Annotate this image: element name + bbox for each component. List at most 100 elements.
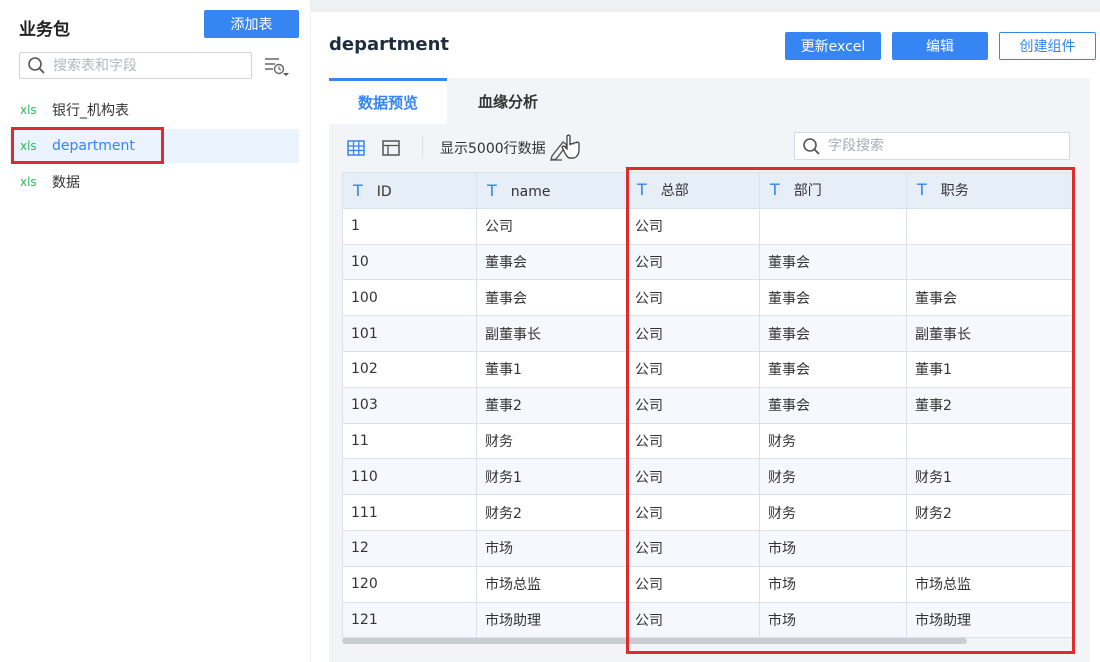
table-cell: 副董事长 — [476, 315, 627, 352]
table-cell: 市场 — [759, 529, 907, 567]
table-cell: 公司 — [626, 458, 760, 496]
table-cell: 市场 — [759, 565, 907, 603]
table-row[interactable]: 103 董事2 公司 董事会 董事2 — [342, 386, 1073, 424]
column-header[interactable]: T ID — [342, 172, 477, 209]
table-cell: 董事会 — [476, 243, 627, 281]
text-type-icon: T — [353, 180, 363, 200]
table-body: 1 公司 公司 10 董事会 公司 董事会 100 董事会 公司 董事会 董事会 101 副董事长 公司 董事… — [342, 207, 1073, 639]
table-cell: 市场 — [759, 601, 907, 639]
table-cell — [759, 207, 907, 245]
table-cell: 财务1 — [476, 458, 627, 496]
table-cell: 公司 — [626, 601, 760, 639]
field-search-input[interactable] — [828, 138, 1048, 154]
create-component-button[interactable]: 创建组件 — [999, 32, 1096, 60]
table-cell: 董事会 — [906, 279, 1073, 317]
table-cell: 董事会 — [759, 386, 907, 424]
table-cell: 公司 — [626, 279, 760, 317]
table-row[interactable]: 12 市场 公司 市场 — [342, 529, 1073, 567]
table-cell: 市场助理 — [906, 601, 1073, 639]
table-cell: 121 — [342, 601, 477, 639]
table-cell: 公司 — [626, 565, 760, 603]
table-cell: 副董事长 — [906, 315, 1073, 352]
text-type-icon: T — [637, 180, 647, 200]
search-icon — [28, 57, 45, 74]
update-excel-button[interactable]: 更新excel — [785, 32, 881, 60]
table-cell: 市场总监 — [476, 565, 627, 603]
edit-button[interactable]: 编辑 — [892, 32, 988, 60]
table-item-department[interactable]: xls department — [10, 129, 299, 163]
table-item-label: 数据 — [52, 175, 80, 191]
table-cell: 财务2 — [906, 494, 1073, 531]
table-cell: 市场助理 — [476, 601, 627, 639]
page-title: department — [329, 34, 449, 55]
sidebar-search[interactable] — [19, 52, 252, 79]
column-header-label: ID — [376, 183, 392, 200]
table-item-data[interactable]: xls 数据 — [10, 165, 299, 199]
tab-data-preview[interactable]: 数据预览 — [329, 78, 447, 124]
text-type-icon: T — [770, 180, 780, 200]
layout-icon[interactable] — [381, 138, 401, 158]
table-cell: 董事会 — [759, 350, 907, 388]
table-row[interactable]: 100 董事会 公司 董事会 董事会 — [342, 279, 1073, 317]
sidebar: 业务包 添加表 xls 银行_机构表 xls department xls 数据 — [0, 0, 310, 662]
column-header[interactable]: T 职务 — [906, 172, 1073, 209]
table-item-bank[interactable]: xls 银行_机构表 — [10, 93, 299, 127]
sidebar-search-input[interactable] — [53, 57, 233, 74]
table-cell: 财务 — [476, 422, 627, 460]
column-header[interactable]: T 部门 — [759, 172, 907, 209]
table-cell: 公司 — [626, 350, 760, 388]
main-panel: department 更新excel 编辑 创建组件 数据预览 血缘分析 显示5… — [311, 12, 1100, 662]
tab-lineage-analysis[interactable]: 血缘分析 — [449, 78, 567, 124]
table-cell: 财务1 — [906, 458, 1073, 496]
grid-view-icon[interactable] — [346, 138, 366, 158]
table-cell: 董事会 — [759, 279, 907, 317]
table-cell — [906, 207, 1073, 245]
sidebar-title: 业务包 — [19, 20, 70, 40]
table-cell: 102 — [342, 350, 477, 388]
column-header-label: 职务 — [940, 183, 969, 200]
filter-icon[interactable] — [263, 56, 289, 78]
column-header-label: 部门 — [793, 183, 822, 200]
table-row[interactable]: 102 董事1 公司 董事会 董事1 — [342, 350, 1073, 388]
table-row[interactable]: 1 公司 公司 — [342, 207, 1073, 245]
table-row[interactable]: 11 财务 公司 财务 — [342, 422, 1073, 460]
column-header-label: name — [510, 183, 551, 200]
text-type-icon: T — [487, 180, 497, 200]
table-cell: 公司 — [626, 243, 760, 281]
add-table-button[interactable]: 添加表 — [204, 10, 299, 38]
table-cell: 公司 — [626, 494, 760, 531]
field-search[interactable] — [794, 132, 1070, 160]
table-cell: 公司 — [626, 315, 760, 352]
table-cell: 市场总监 — [906, 565, 1073, 603]
table-cell: 10 — [342, 243, 477, 281]
horizontal-scrollbar[interactable] — [342, 638, 967, 644]
table-cell: 公司 — [476, 207, 627, 245]
table-row[interactable]: 101 副董事长 公司 董事会 副董事长 — [342, 315, 1073, 352]
xls-icon: xls — [20, 103, 37, 117]
table-cell: 100 — [342, 279, 477, 317]
table-row[interactable]: 111 财务2 公司 财务 财务2 — [342, 494, 1073, 531]
xls-icon: xls — [20, 139, 37, 153]
table-row[interactable]: 121 市场助理 公司 市场 市场助理 — [342, 601, 1073, 639]
column-header[interactable]: T 总部 — [626, 172, 760, 209]
edit-pencil-icon[interactable] — [549, 132, 583, 162]
table-cell: 公司 — [626, 422, 760, 460]
table-cell: 董事会 — [759, 315, 907, 352]
tab-bar: 数据预览 血缘分析 — [329, 78, 1090, 124]
table-cell: 董事1 — [476, 350, 627, 388]
table-cell — [906, 529, 1073, 567]
table-cell: 120 — [342, 565, 477, 603]
data-table: T ID Tname T 总部 T 部门 T 职务 1 公司 公司 10 董事会 公司 董事会 100… — [342, 172, 1073, 639]
table-row[interactable]: 110 财务1 公司 财务 财务1 — [342, 458, 1073, 496]
table-cell: 110 — [342, 458, 477, 496]
toolbar-divider — [422, 136, 423, 158]
table-cell: 公司 — [626, 207, 760, 245]
row-count-label: 显示5000行数据 — [440, 141, 546, 157]
table-cell: 董事会 — [476, 279, 627, 317]
column-header[interactable]: Tname — [476, 172, 627, 209]
table-item-label: department — [52, 138, 135, 154]
table-row[interactable]: 10 董事会 公司 董事会 — [342, 243, 1073, 281]
table-cell — [906, 422, 1073, 460]
table-cell: 财务 — [759, 422, 907, 460]
table-row[interactable]: 120 市场总监 公司 市场 市场总监 — [342, 565, 1073, 603]
